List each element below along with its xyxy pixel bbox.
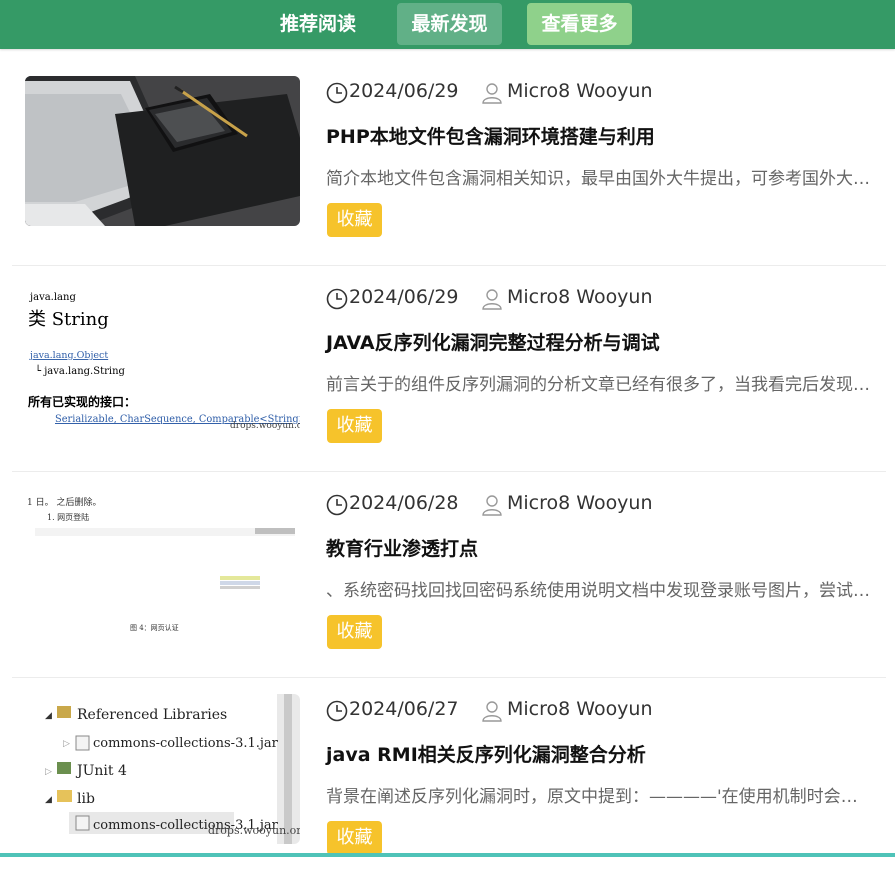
clock-icon <box>326 700 348 722</box>
doc-text: └ java.lang.String <box>35 364 126 377</box>
bottom-accent-line <box>0 853 895 857</box>
top-nav-bar: 推荐阅读 最新发现 查看更多 <box>0 0 895 49</box>
article-date: 2024/06/28 <box>349 492 459 514</box>
doc-text: 1. 网页登陆 <box>47 512 89 522</box>
tree-text: JUnit 4 <box>75 763 127 779</box>
favorite-button[interactable]: 收藏 <box>327 409 382 443</box>
favorite-button[interactable]: 收藏 <box>327 203 382 237</box>
tab-latest-discovery[interactable]: 最新发现 <box>397 3 502 45</box>
article-title[interactable]: java RMI相关反序列化漏洞整合分析 <box>326 740 646 767</box>
favorite-button[interactable]: 收藏 <box>327 615 382 649</box>
article-thumbnail[interactable]: java.lang 类 String java.lang.Object └ ja… <box>25 282 300 432</box>
article-author: Micro8 Wooyun <box>507 80 653 102</box>
watermark-text: drops.wooyun.org <box>208 824 300 837</box>
svg-text:▷: ▷ <box>63 739 70 749</box>
article-thumbnail[interactable]: 1 日。 之后删除。 1. 网页登陆 图 4：网页认证 <box>25 488 300 638</box>
article-author: Micro8 Wooyun <box>507 286 653 308</box>
article-date: 2024/06/27 <box>349 698 459 720</box>
article-item[interactable]: 2024/06/29 Micro8 Wooyun PHP本地文件包含漏洞环境搭建… <box>12 60 886 266</box>
project-tree-screenshot: ◢ Referenced Libraries ▷ commons-collect… <box>25 694 300 844</box>
faint-document-screenshot: 1 日。 之后删除。 1. 网页登陆 图 4：网页认证 <box>25 488 300 638</box>
watermark-text: drops.wooyun.org <box>230 421 300 431</box>
user-icon <box>482 701 502 722</box>
article-thumbnail[interactable]: ◢ Referenced Libraries ▷ commons-collect… <box>25 694 300 844</box>
clock-icon <box>326 82 348 104</box>
article-title[interactable]: PHP本地文件包含漏洞环境搭建与利用 <box>326 122 655 149</box>
clock-icon <box>326 288 348 310</box>
article-title[interactable]: 教育行业渗透打点 <box>326 534 478 561</box>
user-icon <box>482 83 502 104</box>
svg-text:▷: ▷ <box>45 767 52 777</box>
article-list: 2024/06/29 Micro8 Wooyun PHP本地文件包含漏洞环境搭建… <box>12 60 886 883</box>
article-date: 2024/06/29 <box>349 80 459 102</box>
article-summary: 前言关于的组件反序列漏洞的分析文章已经有很多了，当我看完后发现还是很难理解 <box>326 375 871 395</box>
user-icon <box>482 289 502 310</box>
article-summary: 背景在阐述反序列化漏洞时，原文中提到：————'在使用机制时会发生反序列化' <box>326 787 871 807</box>
article-item[interactable]: java.lang 类 String java.lang.Object └ ja… <box>12 266 886 472</box>
svg-text:◢: ◢ <box>45 711 52 721</box>
article-summary: 、系统密码找回找回密码系统使用说明文档中发现登录账号图片，尝试登录 <box>326 581 871 601</box>
javadoc-screenshot: java.lang 类 String java.lang.Object └ ja… <box>25 282 300 432</box>
article-item[interactable]: 1 日。 之后删除。 1. 网页登陆 图 4：网页认证 2024/06/28 M… <box>12 472 886 678</box>
doc-text: 类 String <box>28 309 109 330</box>
favorite-button[interactable]: 收藏 <box>327 821 382 855</box>
tab-view-more[interactable]: 查看更多 <box>527 3 632 45</box>
doc-text: java.lang.Object <box>29 350 108 361</box>
article-author: Micro8 Wooyun <box>507 492 653 514</box>
article-thumbnail[interactable] <box>25 76 300 226</box>
doc-text: 1 日。 之后删除。 <box>27 496 101 508</box>
article-date: 2024/06/29 <box>349 286 459 308</box>
svg-text:◢: ◢ <box>45 795 52 805</box>
user-icon <box>482 495 502 516</box>
laptop-phone-photo <box>25 76 300 226</box>
doc-text: java.lang <box>29 292 76 303</box>
tab-recommended-reading[interactable]: 推荐阅读 <box>268 3 368 45</box>
article-author: Micro8 Wooyun <box>507 698 653 720</box>
doc-text: 图 4：网页认证 <box>130 623 179 632</box>
tree-text: Referenced Libraries <box>77 707 227 723</box>
clock-icon <box>326 494 348 516</box>
article-summary: 简介本地文件包含漏洞相关知识，最早由国外大牛提出，可参考国外大牛的文章 <box>326 169 871 189</box>
article-title[interactable]: JAVA反序列化漏洞完整过程分析与调试 <box>326 328 660 355</box>
tree-text: lib <box>77 791 95 807</box>
tree-text: commons-collections-3.1.jar <box>93 736 279 751</box>
doc-text: 所有已实现的接口： <box>28 394 136 409</box>
